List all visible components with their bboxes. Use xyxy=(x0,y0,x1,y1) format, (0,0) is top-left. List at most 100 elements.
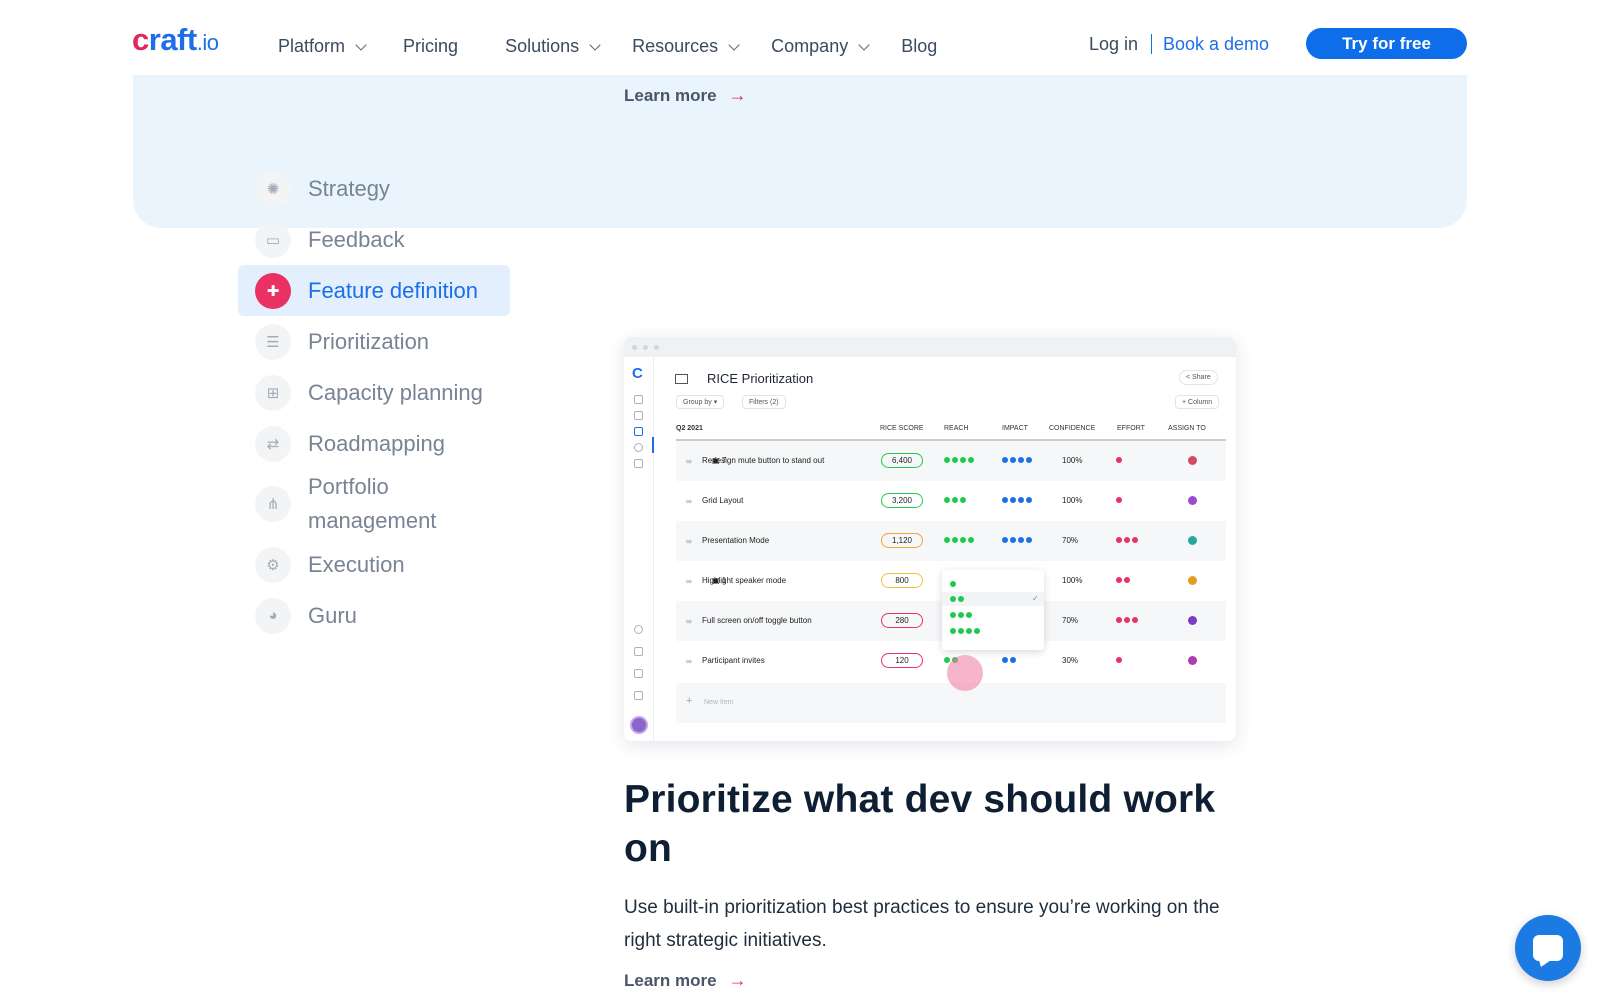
header-effort: EFFORT xyxy=(1117,425,1145,432)
nav-solutions-label: Solutions xyxy=(505,36,580,56)
nav-pricing[interactable]: Pricing xyxy=(403,36,458,57)
link-icon: ∞ xyxy=(686,577,692,586)
rating-dots xyxy=(1116,617,1140,623)
rating-dots xyxy=(1002,537,1034,543)
sidebar-item-roadmapping[interactable]: ⇄ Roadmapping xyxy=(238,418,510,469)
sidebar-item-label: Execution xyxy=(308,551,405,577)
try-for-free-button[interactable]: Try for free xyxy=(1306,28,1467,59)
arrow-right-icon: → xyxy=(728,85,747,105)
list-icon: ☰ xyxy=(255,323,291,360)
nav-company[interactable]: Company xyxy=(771,36,870,57)
table-row: ∞ Presentation Mode 1,120 70% xyxy=(676,521,1226,561)
filters-button: Filters (2) xyxy=(742,395,786,409)
header-reach: REACH xyxy=(944,425,969,432)
head-icon: ◕ xyxy=(255,597,291,634)
rice-score-badge: 1,120 xyxy=(881,533,923,548)
top-nav: craft.io Platform Pricing Solutions Reso… xyxy=(0,0,1600,75)
rating-dots xyxy=(944,457,976,463)
lightbulb-icon: ✺ xyxy=(255,170,291,207)
sidebar-item-label: Portfolio management xyxy=(308,474,437,533)
header-impact: IMPACT xyxy=(1002,425,1028,432)
book-demo-link[interactable]: Book a demo xyxy=(1163,34,1269,55)
nav-divider xyxy=(1151,34,1152,54)
login-link[interactable]: Log in xyxy=(1089,34,1138,55)
rating-dots xyxy=(1002,457,1034,463)
sidebar-item-strategy[interactable]: ✺ Strategy xyxy=(238,163,510,214)
assignee-avatar xyxy=(1188,616,1197,625)
sidebar-item-label: Guru xyxy=(308,602,357,628)
rail-icon-active xyxy=(634,427,643,436)
group-by-button: Group by ▾ xyxy=(676,395,725,409)
new-item-label: New Item xyxy=(704,699,734,706)
assignee-avatar xyxy=(1188,456,1197,465)
row-name: Grid Layout xyxy=(702,496,744,505)
nav-blog-label: Blog xyxy=(901,36,938,56)
dropdown-option-1 xyxy=(950,581,958,587)
learn-more-link[interactable]: Learn more → xyxy=(624,970,747,991)
nav-platform[interactable]: Platform xyxy=(278,36,367,57)
link-icon: ∞ xyxy=(686,457,692,466)
chat-bubble-icon xyxy=(1533,935,1563,961)
link-icon: ∞ xyxy=(686,537,692,546)
filters-label: Filters (2) xyxy=(749,398,779,406)
window-dot xyxy=(654,344,659,350)
rice-score-badge: 3,200 xyxy=(881,493,923,508)
logo-c: c xyxy=(132,22,149,57)
app-logo-icon: C xyxy=(632,365,643,382)
rail-icon xyxy=(634,395,643,404)
sidebar-item-label: Strategy xyxy=(308,175,390,201)
rail-icon xyxy=(634,691,643,700)
chevron-down-icon xyxy=(728,38,740,51)
table-view-icon xyxy=(675,374,688,384)
plus-icon: + xyxy=(686,695,693,707)
rail-icon xyxy=(634,669,643,678)
rating-dots xyxy=(944,497,968,503)
new-item-row: + New Item xyxy=(676,683,1226,723)
row-name: Participant invites xyxy=(702,656,765,665)
nav-resources[interactable]: Resources xyxy=(632,36,740,57)
sidebar-item-label: Capacity planning xyxy=(308,379,483,405)
window-dot xyxy=(632,344,637,350)
sidebar-item-guru[interactable]: ◕ Guru xyxy=(238,590,510,641)
feature-sidebar: ✺ Strategy ▭ Feedback ✚ Feature definiti… xyxy=(238,163,510,641)
rating-dots xyxy=(1002,657,1018,663)
rail-icon xyxy=(634,411,643,420)
logo-tld: .io xyxy=(196,30,219,55)
confidence-value: 100% xyxy=(1062,496,1083,505)
rating-dots xyxy=(1002,497,1034,503)
nav-solutions[interactable]: Solutions xyxy=(505,36,601,57)
window-titlebar xyxy=(624,337,1236,357)
nav-platform-label: Platform xyxy=(278,36,346,56)
rating-dots xyxy=(1116,457,1124,463)
chevron-down-icon xyxy=(858,38,870,51)
dropdown-option-4 xyxy=(950,628,982,634)
arrow-right-icon: → xyxy=(728,970,747,990)
header-assign-to: ASSIGN TO xyxy=(1168,425,1206,432)
attachment-count: ▣ 1 xyxy=(712,576,727,585)
group-by-label: Group by xyxy=(683,398,712,406)
assignee-avatar xyxy=(1188,576,1197,585)
sidebar-item-feedback[interactable]: ▭ Feedback xyxy=(238,214,510,265)
learn-more-link-top[interactable]: Learn more → xyxy=(624,85,747,106)
sidebar-item-portfolio-management[interactable]: ⋔ Portfolio management xyxy=(238,469,510,539)
chat-widget-button[interactable] xyxy=(1515,915,1581,981)
reach-dropdown: ✓ xyxy=(942,570,1044,650)
board-title: RICE Prioritization xyxy=(707,371,814,386)
assignee-avatar xyxy=(1188,656,1197,665)
row-name: Full screen on/off toggle button xyxy=(702,616,812,625)
sidebar-item-execution[interactable]: ⚙ Execution xyxy=(238,539,510,590)
share-label: Share xyxy=(1192,374,1211,381)
dropdown-option-2 xyxy=(950,596,966,602)
row-name: Presentation Mode xyxy=(702,536,770,545)
craft-logo[interactable]: craft.io xyxy=(132,22,219,58)
sidebar-item-prioritization[interactable]: ☰ Prioritization xyxy=(238,316,510,367)
route-icon: ⇄ xyxy=(255,425,291,462)
sidebar-item-feature-definition[interactable]: ✚ Feature definition xyxy=(238,265,510,316)
logo-text: raft xyxy=(148,22,197,57)
chevron-down-icon xyxy=(589,38,601,51)
rating-dots xyxy=(1116,657,1124,663)
learn-more-label: Learn more xyxy=(624,970,717,990)
sidebar-item-capacity-planning[interactable]: ⊞ Capacity planning xyxy=(238,367,510,418)
sidebar-item-label: Prioritization xyxy=(308,328,430,354)
nav-blog[interactable]: Blog xyxy=(901,36,937,57)
